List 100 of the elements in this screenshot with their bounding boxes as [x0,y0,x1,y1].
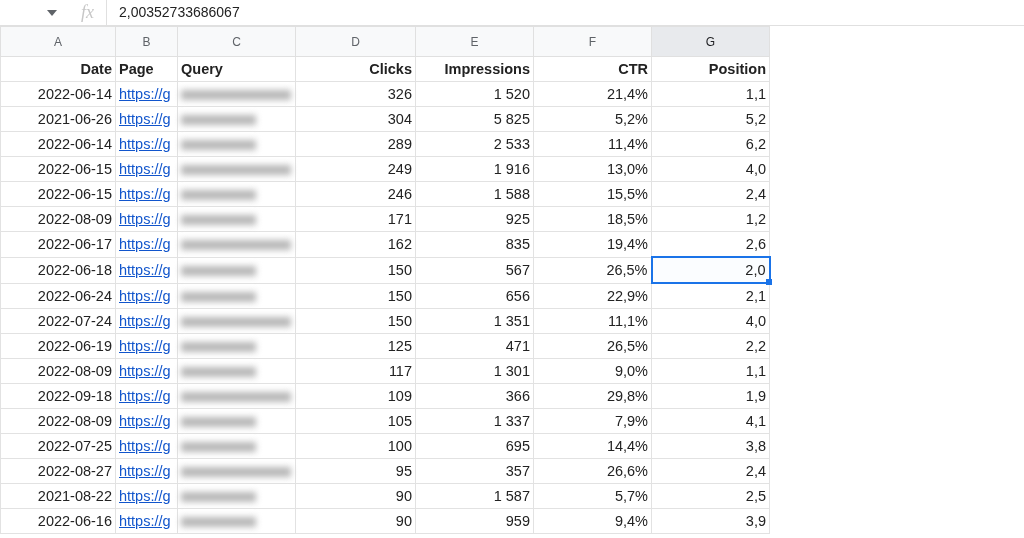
table-cell: 90 [295,483,416,509]
table-cell[interactable]: 1,9 [651,383,770,409]
table-cell: 9,0% [533,358,652,384]
table-cell: 835 [415,231,534,257]
table-cell[interactable]: 2,5 [651,483,770,509]
column-header[interactable]: F [533,26,652,57]
table-cell: 5,2% [533,106,652,132]
table-cell: 2 533 [415,131,534,157]
table-cell: 100 [295,433,416,459]
table-cell: 105 [295,408,416,434]
table-cell[interactable]: 3,8 [651,433,770,459]
table-cell: 471 [415,333,534,359]
table-cell: 1 588 [415,181,534,207]
table-cell: 90 [295,508,416,534]
column-header[interactable]: D [295,26,416,57]
table-cell: 5,7% [533,483,652,509]
table-cell: 695 [415,433,534,459]
table-cell: 1 520 [415,81,534,107]
table-cell: 150 [295,257,416,283]
table-cell: 95 [295,458,416,484]
table-cell: 1 301 [415,358,534,384]
table-cell[interactable]: 5,2 [651,106,770,132]
header-cell: Clicks [295,56,416,82]
table-cell: 21,4% [533,81,652,107]
table-cell[interactable]: 4,1 [651,408,770,434]
table-cell: 2022-08-09 [0,358,116,384]
table-cell: 656 [415,283,534,309]
table-cell: 289 [295,131,416,157]
table-cell[interactable]: 1,2 [651,206,770,232]
table-cell: 14,4% [533,433,652,459]
table-cell: 2022-08-27 [0,458,116,484]
column-header[interactable]: A [0,26,116,57]
table-cell[interactable]: 1,1 [651,358,770,384]
table-cell: 246 [295,181,416,207]
table-cell: 326 [295,81,416,107]
table-cell[interactable]: 2,4 [651,181,770,207]
table-cell[interactable]: 2,2 [651,333,770,359]
table-cell: 2022-06-19 [0,333,116,359]
table-cell: 9,4% [533,508,652,534]
table-cell: 2021-08-22 [0,483,116,509]
table-cell[interactable]: 3,9 [651,508,770,534]
table-cell[interactable]: 1,1 [651,81,770,107]
table-cell: 2022-07-25 [0,433,116,459]
table-cell: 2022-06-14 [0,131,116,157]
table-cell: 1 587 [415,483,534,509]
header-cell: CTR [533,56,652,82]
table-cell: 150 [295,283,416,309]
table-cell: 162 [295,231,416,257]
header-cell: Date [0,56,116,82]
table-cell[interactable]: 2,0 [651,257,770,283]
table-cell: 2022-06-14 [0,81,116,107]
dropdown-caret-icon[interactable] [47,9,57,16]
table-cell: 567 [415,257,534,283]
table-cell: 1 351 [415,308,534,334]
table-cell: 2022-08-09 [0,408,116,434]
table-cell: 26,6% [533,458,652,484]
table-cell: 2022-06-15 [0,156,116,182]
table-cell: 2022-06-24 [0,283,116,309]
table-cell: 1 916 [415,156,534,182]
table-cell: 2022-08-09 [0,206,116,232]
header-cell: Impressions [415,56,534,82]
column-header[interactable]: G [651,26,770,57]
table-cell: 171 [295,206,416,232]
table-cell: 366 [415,383,534,409]
table-cell: 29,8% [533,383,652,409]
table-cell: 150 [295,308,416,334]
table-cell[interactable]: 4,0 [651,156,770,182]
table-cell: 19,4% [533,231,652,257]
table-cell: 2022-09-18 [0,383,116,409]
table-cell: 2022-07-24 [0,308,116,334]
column-header[interactable]: E [415,26,534,57]
table-cell: 11,4% [533,131,652,157]
table-cell[interactable]: 6,2 [651,131,770,157]
table-cell: 22,9% [533,283,652,309]
table-cell: 1 337 [415,408,534,434]
table-cell[interactable]: 4,0 [651,308,770,334]
table-cell: 249 [295,156,416,182]
header-cell: Page [115,56,178,82]
column-header[interactable]: B [115,26,178,57]
table-cell: 13,0% [533,156,652,182]
header-cell: Position [651,56,770,82]
header-cell: Query [177,56,296,82]
column-header[interactable]: C [177,26,296,57]
function-label: fx [81,2,94,23]
table-cell: 125 [295,333,416,359]
table-cell[interactable]: 2,1 [651,283,770,309]
table-cell: 117 [295,358,416,384]
table-cell: 11,1% [533,308,652,334]
table-cell: 2022-06-18 [0,257,116,283]
fill-handle[interactable] [765,279,772,285]
table-cell: 2022-06-16 [0,508,116,534]
table-cell: 7,9% [533,408,652,434]
table-cell: 959 [415,508,534,534]
table-cell: 925 [415,206,534,232]
table-cell[interactable]: 2,4 [651,458,770,484]
formula-bar-value[interactable]: 2,00352733686067 [106,0,240,25]
table-cell: 2022-06-15 [0,181,116,207]
table-cell: 15,5% [533,181,652,207]
table-cell: 2021-06-26 [0,106,116,132]
table-cell: 304 [295,106,416,132]
